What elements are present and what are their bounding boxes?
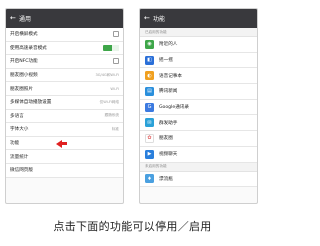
shake-icon: ◧ [145, 55, 154, 65]
setting-value: 3G/4G和Wi-Fi [95, 72, 119, 77]
setting-row-features[interactable]: 功能 [6, 136, 123, 151]
location-icon: ◉ [145, 39, 154, 49]
setting-label: 开启横屏模式 [10, 32, 38, 38]
setting-row-web-wechat[interactable]: 微信网页版 [6, 163, 123, 178]
feature-label: 语音记事本 [159, 73, 182, 79]
feature-label: Google通讯录 [159, 105, 189, 111]
disabled-section-header: 未启用的功能 [140, 162, 257, 172]
setting-label: 朋友圈照片 [10, 86, 33, 92]
red-arrow-icon [56, 139, 67, 148]
feature-label: 视频聊天 [159, 152, 178, 158]
landscape-checkbox[interactable] [113, 31, 119, 38]
feature-row-google-contacts[interactable]: G Google通讯录 [140, 99, 257, 116]
setting-label: 朋友圈小视频 [10, 73, 38, 79]
feature-row-shake[interactable]: ◧ 摇一摇 [140, 52, 257, 69]
setting-value: 仅Wi-Fi网络 [99, 99, 119, 104]
feature-label: 朋友圈 [159, 136, 173, 142]
setting-label: 功能 [10, 141, 20, 147]
feature-label: 群发助手 [159, 120, 178, 126]
setting-label: 流量统计 [10, 154, 29, 160]
feature-row-drift-bottle[interactable]: ♦ 漂流瓶 [140, 171, 257, 188]
setting-row-font-size[interactable]: 字体大小 标准 [6, 123, 123, 137]
page-title: 功能 [153, 16, 166, 23]
broadcast-icon: ✉ [145, 118, 154, 128]
setting-label: 微信网页版 [10, 168, 33, 174]
enabled-section-header: 已启用的功能 [140, 28, 257, 37]
general-header: ← 通用 [6, 9, 123, 28]
setting-row-autoplay[interactable]: 多媒体自动播放设置 仅Wi-Fi网络 [6, 95, 123, 110]
page-title: 通用 [19, 16, 32, 23]
features-header: ← 功能 [140, 9, 257, 28]
setting-label: 字体大小 [10, 127, 29, 133]
setting-label: 多媒体自动播放设置 [10, 100, 52, 106]
setting-value: 跟随系统 [104, 113, 119, 118]
setting-row-traffic[interactable]: 流量统计 [6, 150, 123, 164]
features-panel: ← 功能 已启用的功能 ◉ 附近的人 ◧ 摇一摇 ◐ 语音记事本 ▤ 腾讯新闻 … [139, 8, 258, 204]
feature-row-nearby[interactable]: ◉ 附近的人 [140, 37, 257, 53]
setting-row-nfc[interactable]: 开启NFC功能 [6, 55, 123, 69]
setting-row-fast-record[interactable]: 使用高速录音模式 [6, 41, 123, 56]
back-arrow-icon[interactable]: ← [10, 15, 19, 22]
feature-row-moments[interactable]: ✿ 朋友圈 [140, 131, 257, 147]
setting-row-moments-photo[interactable]: 朋友圈照片 Wi-Fi [6, 82, 123, 96]
setting-row-language[interactable]: 多语言 跟随系统 [6, 109, 123, 124]
setting-row-landscape[interactable]: 开启横屏模式 [6, 28, 123, 42]
setting-value: Wi-Fi [110, 86, 119, 91]
feature-row-video-chat[interactable]: ▶ 视频聊天 [140, 146, 257, 163]
instruction-caption: 点击下面的功能可以停用／启用 [53, 220, 212, 233]
feature-label: 腾讯新闻 [159, 89, 178, 95]
setting-label: 多语言 [10, 113, 24, 119]
feature-row-broadcast[interactable]: ✉ 群发助手 [140, 115, 257, 132]
setting-label: 开启NFC功能 [10, 59, 38, 65]
setting-label: 使用高速录音模式 [10, 45, 47, 51]
settings-general-panel: ← 通用 开启横屏模式 使用高速录音模式 开启NFC功能 朋友圈小视频 3G/4… [5, 8, 124, 204]
setting-value: 标准 [111, 126, 119, 131]
drift-bottle-icon: ♦ [145, 174, 154, 184]
moments-icon: ✿ [145, 133, 154, 143]
video-chat-icon: ▶ [145, 149, 154, 159]
nfc-checkbox[interactable] [113, 58, 119, 65]
voice-note-icon: ◐ [145, 71, 154, 81]
back-arrow-icon[interactable]: ← [144, 15, 153, 22]
news-icon: ▤ [145, 86, 154, 96]
feature-row-news[interactable]: ▤ 腾讯新闻 [140, 84, 257, 100]
feature-label: 摇一摇 [159, 58, 173, 64]
google-contacts-icon: G [145, 102, 154, 112]
setting-row-moments-video[interactable]: 朋友圈小视频 3G/4G和Wi-Fi [6, 68, 123, 83]
feature-label: 附近的人 [159, 42, 178, 48]
fast-record-toggle[interactable] [103, 44, 119, 51]
feature-label: 漂流瓶 [159, 176, 173, 182]
feature-row-voice-note[interactable]: ◐ 语音记事本 [140, 68, 257, 85]
